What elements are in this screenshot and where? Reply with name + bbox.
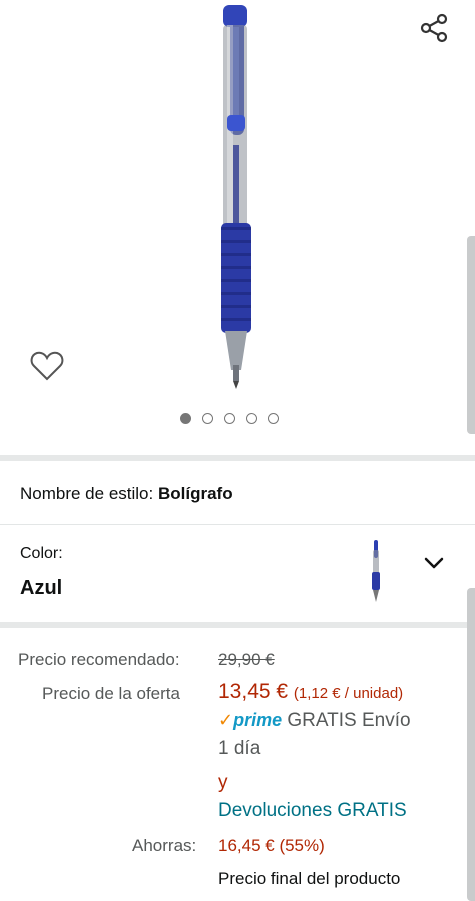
shipping-time: 1 día xyxy=(218,738,261,759)
pagination-dot[interactable] xyxy=(224,413,235,424)
pagination-dot[interactable] xyxy=(246,413,257,424)
heart-icon[interactable] xyxy=(30,350,64,382)
prime-logo: ✓prime xyxy=(218,710,282,730)
unit-price: (1,12 € / unidad) xyxy=(293,685,404,702)
pagination-dot[interactable] xyxy=(268,413,279,424)
offer-price: 13,45 € (1,12 € / unidad) xyxy=(218,680,403,704)
free-returns-link[interactable]: Devoluciones GRATIS xyxy=(218,800,407,822)
savings-label: Ahorras: xyxy=(132,836,197,855)
style-value: Bolígrafo xyxy=(157,484,233,503)
final-price-note: Precio final del producto xyxy=(218,869,401,888)
image-pagination[interactable] xyxy=(180,413,279,427)
recommended-price-value: 29,90 € xyxy=(218,650,275,669)
prime-check-icon: ✓ xyxy=(218,710,234,730)
chevron-down-icon[interactable] xyxy=(423,555,445,571)
prime-shipping: ✓prime GRATIS Envío xyxy=(218,710,411,732)
style-selector[interactable]: Nombre de estilo: Bolígrafo xyxy=(20,484,233,504)
pagination-dot[interactable] xyxy=(180,413,191,424)
color-swatch-thumbnail[interactable] xyxy=(368,540,384,602)
divider xyxy=(0,524,475,525)
savings-value: 16,45 € (55%) xyxy=(218,836,325,855)
scrollbar[interactable] xyxy=(467,588,475,901)
shipping-text: GRATIS Envío xyxy=(287,710,411,731)
scrollbar[interactable] xyxy=(467,236,475,434)
recommended-price-label: Precio recomendado: xyxy=(18,650,180,669)
section-divider xyxy=(0,455,475,461)
pagination-dot[interactable] xyxy=(202,413,213,424)
prime-text: prime xyxy=(233,710,283,730)
share-icon[interactable] xyxy=(418,12,450,44)
color-value: Azul xyxy=(20,577,63,599)
offer-price-value: 13,45 € xyxy=(218,680,289,703)
offer-price-label: Precio de la oferta xyxy=(42,684,180,703)
product-image-gallery[interactable] xyxy=(0,0,475,455)
section-divider xyxy=(0,622,475,628)
and-text: y xyxy=(218,772,228,793)
product-image[interactable] xyxy=(205,5,267,390)
style-label: Nombre de estilo: xyxy=(20,484,154,503)
color-label: Color: xyxy=(20,545,63,562)
